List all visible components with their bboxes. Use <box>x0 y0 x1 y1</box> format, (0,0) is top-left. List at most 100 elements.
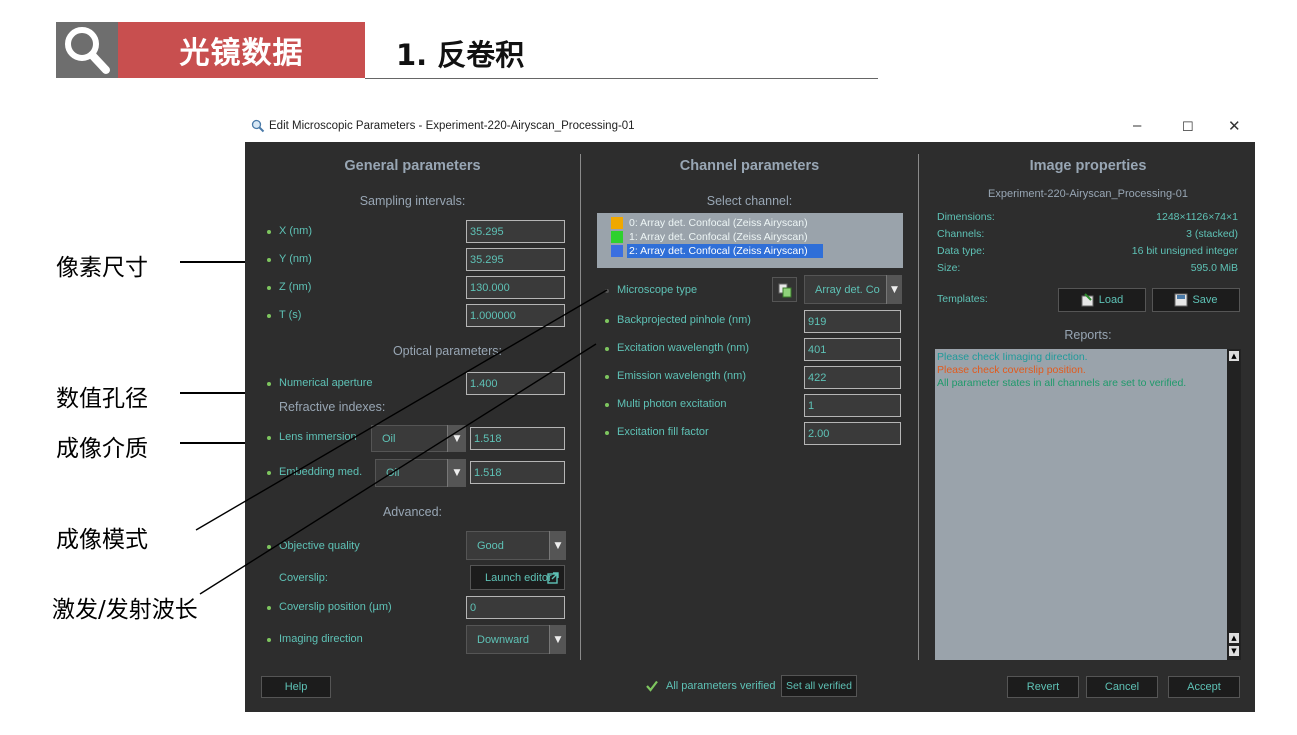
t-field[interactable]: 1.000000 <box>466 304 565 327</box>
channel-list[interactable]: 0: Array det. Confocal (Zeiss Airyscan) … <box>597 213 903 268</box>
set-all-verified-button[interactable]: Set all verified <box>781 675 857 697</box>
y-label: Y (nm) <box>279 253 312 265</box>
lens-immersion-value: Oil <box>382 432 396 445</box>
status-dot <box>605 319 609 323</box>
set-all-verified-label: Set all verified <box>786 680 852 692</box>
emission-wavelength-field[interactable]: 422 <box>804 366 901 389</box>
chevron-down-icon[interactable]: ▼ <box>549 531 566 560</box>
annotation-medium: 成像介质 <box>56 436 148 462</box>
copy-settings-button[interactable] <box>772 277 797 302</box>
objective-quality-value: Good <box>477 539 504 552</box>
na-field[interactable]: 1.400 <box>466 372 565 395</box>
multiphoton-label: Multi photon excitation <box>617 398 727 410</box>
status-dot <box>267 314 271 318</box>
search-icon-box <box>56 22 118 78</box>
channels-label: Channels: <box>937 228 985 240</box>
load-template-button[interactable]: Load <box>1058 288 1146 312</box>
microscope-type-label: Microscope type <box>617 284 698 296</box>
close-button[interactable]: ✕ <box>1228 117 1241 135</box>
reports-panel: Please check Iimaging direction. Please … <box>935 349 1241 660</box>
lens-immersion-field[interactable]: 1.518 <box>470 427 565 450</box>
x-label: X (nm) <box>279 225 312 237</box>
annotation-na: 数值孔径 <box>56 386 148 412</box>
excitation-wavelength-field[interactable]: 401 <box>804 338 901 361</box>
reports-scrollbar[interactable]: ▲ ▲ ▼ <box>1227 349 1241 660</box>
general-parameters-title: General parameters <box>344 158 481 174</box>
coverslip-position-label: Coverslip position (µm) <box>279 601 392 613</box>
sampling-intervals-title: Sampling intervals: <box>359 194 466 208</box>
copy-icon <box>778 283 791 297</box>
t-label: T (s) <box>279 309 302 321</box>
window-titlebar: Edit Microscopic Parameters - Experiment… <box>245 112 1255 142</box>
save-label: Save <box>1192 294 1218 306</box>
cancel-label: Cancel <box>1104 681 1140 693</box>
window-title: Edit Microscopic Parameters - Experiment… <box>269 120 635 132</box>
datatype-label: Data type: <box>937 245 985 257</box>
channels-value: 3 (stacked) <box>1186 228 1238 240</box>
status-dot <box>267 230 271 234</box>
chevron-down-icon[interactable]: ▼ <box>549 625 566 654</box>
z-field[interactable]: 130.000 <box>466 276 565 299</box>
z-label: Z (nm) <box>279 281 312 293</box>
report-ok: All parameter states in all channels are… <box>937 377 1187 389</box>
templates-label: Templates: <box>937 293 988 305</box>
revert-button[interactable]: Revert <box>1007 676 1079 698</box>
scroll-up-icon[interactable]: ▲ <box>1229 351 1239 361</box>
verified-status: All parameters verified <box>666 680 776 692</box>
scroll-down-icon[interactable]: ▼ <box>1229 646 1239 656</box>
size-label: Size: <box>937 262 961 274</box>
annotation-pixel-size: 像素尺寸 <box>56 255 148 281</box>
annotation-mode: 成像模式 <box>56 527 148 553</box>
revert-label: Revert <box>1026 681 1060 693</box>
channel-item-selected[interactable]: 2: Array det. Confocal (Zeiss Airyscan) <box>627 244 823 258</box>
coverslip-position-field[interactable]: 0 <box>466 596 565 619</box>
chevron-down-icon[interactable]: ▼ <box>447 425 466 452</box>
pinhole-field[interactable]: 919 <box>804 310 901 333</box>
scroll-up-icon[interactable]: ▲ <box>1229 633 1239 643</box>
lens-immersion-label: Lens immersion <box>279 431 357 443</box>
load-icon <box>1081 293 1094 307</box>
magnifier-icon <box>65 27 110 74</box>
status-dot <box>267 436 271 440</box>
accept-button[interactable]: Accept <box>1168 676 1240 698</box>
status-dot <box>605 431 609 435</box>
fill-factor-field[interactable]: 2.00 <box>804 422 901 445</box>
column-divider <box>580 154 581 660</box>
size-value: 595.0 MiB <box>1190 262 1238 274</box>
embedding-medium-field[interactable]: 1.518 <box>470 461 565 484</box>
imaging-direction-label: Imaging direction <box>279 633 363 645</box>
header-title: 1. 反卷积 <box>396 38 525 72</box>
embedding-medium-value: Oil <box>386 467 400 479</box>
status-dot <box>605 289 609 293</box>
y-field[interactable]: 35.295 <box>466 248 565 271</box>
maximize-button[interactable]: ☐ <box>1182 119 1194 135</box>
header-rule <box>365 78 878 79</box>
cancel-button[interactable]: Cancel <box>1086 676 1158 698</box>
annotation-wavelength: 激发/发射波长 <box>52 597 198 623</box>
refractive-indexes-title: Refractive indexes: <box>279 400 386 414</box>
chevron-down-icon[interactable]: ▼ <box>447 459 466 487</box>
help-label: Help <box>284 681 308 693</box>
channel-item[interactable]: 1: Array det. Confocal (Zeiss Airyscan) <box>629 231 808 243</box>
check-icon <box>646 680 658 692</box>
x-field[interactable]: 35.295 <box>466 220 565 243</box>
imaging-direction-value: Downward <box>477 633 529 646</box>
image-properties-title: Image properties <box>1029 158 1147 174</box>
external-link-icon <box>547 572 559 584</box>
optical-parameters-title: Optical parameters: <box>392 344 503 358</box>
minimize-button[interactable]: – <box>1133 117 1141 134</box>
select-channel-title: Select channel: <box>706 194 793 208</box>
report-warning: Please check coverslip position. <box>937 364 1086 376</box>
channel-item[interactable]: 0: Array det. Confocal (Zeiss Airyscan) <box>629 217 808 229</box>
excitation-wavelength-label: Excitation wavelength (nm) <box>617 342 750 354</box>
datatype-value: 16 bit unsigned integer <box>1131 245 1238 257</box>
help-button[interactable]: Help <box>261 676 331 698</box>
multiphoton-field[interactable]: 1 <box>804 394 901 417</box>
dimensions-label: Dimensions: <box>937 211 995 223</box>
status-dot <box>267 258 271 262</box>
report-message: Please check Iimaging direction. <box>937 351 1088 363</box>
channel-color-swatch <box>611 217 623 229</box>
pinhole-label: Backprojected pinhole (nm) <box>617 314 751 326</box>
chevron-down-icon[interactable]: ▼ <box>886 275 902 304</box>
save-template-button[interactable]: Save <box>1152 288 1240 312</box>
